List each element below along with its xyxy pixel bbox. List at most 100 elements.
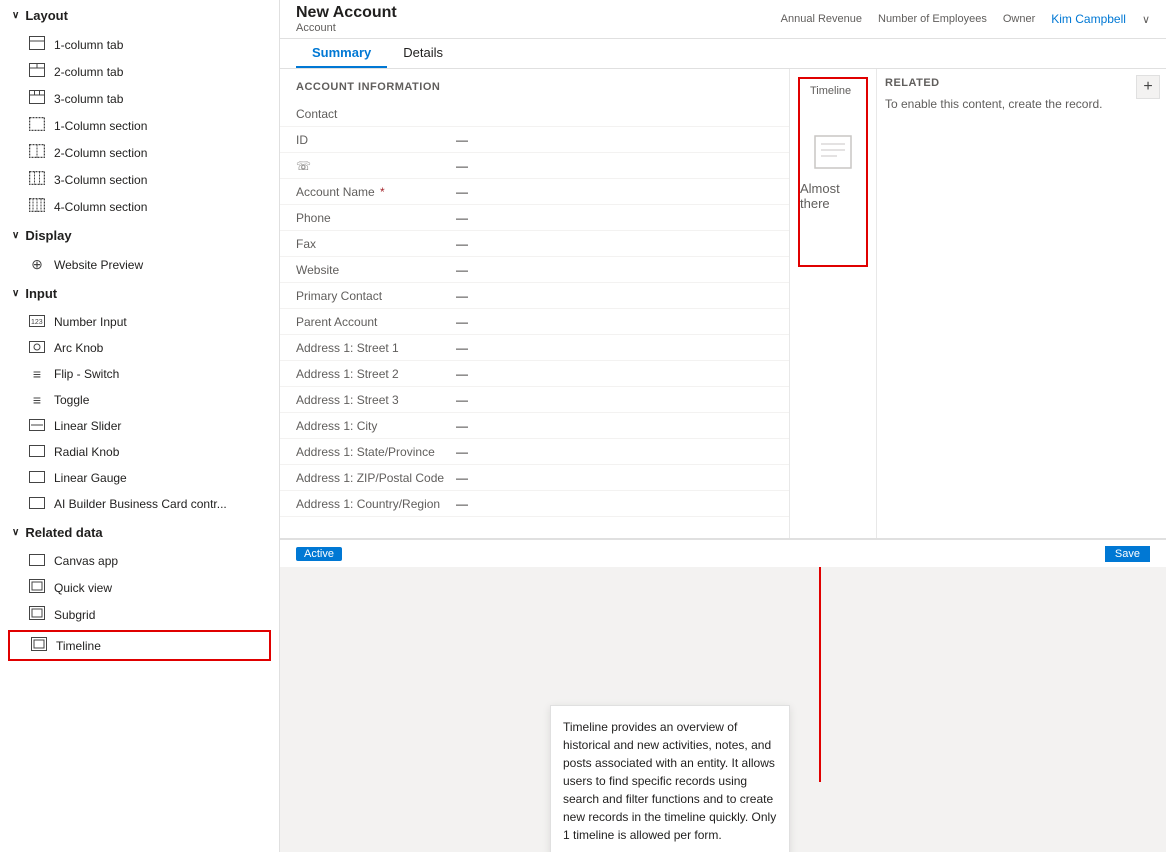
item-linear-gauge[interactable]: Linear Gauge	[0, 465, 279, 491]
tab-details[interactable]: Details	[387, 39, 459, 68]
form-row-phone-icon: ☏ —	[280, 153, 789, 179]
contact-label: Contact	[296, 107, 456, 121]
form-row-addr-street3: Address 1: Street 3 —	[280, 387, 789, 413]
account-name-value: —	[456, 185, 773, 199]
related-expand-button[interactable]: +	[1136, 75, 1160, 99]
item-flip-switch[interactable]: ≡ Flip - Switch	[0, 361, 279, 387]
item-toggle-label: Toggle	[54, 393, 89, 407]
timeline-box: Timeline Almost there	[798, 77, 868, 267]
owner-label: Owner	[1003, 13, 1035, 25]
form-left: ACCOUNT INFORMATION Contact ID — ☏ — Acc…	[280, 69, 790, 538]
addr-city-value: —	[456, 419, 773, 433]
form-middle: Timeline Almost there	[790, 69, 876, 538]
item-canvas-app[interactable]: Canvas app	[0, 548, 279, 574]
3col-section-icon	[28, 171, 46, 188]
canvas-app-icon	[28, 553, 46, 569]
item-1col-section-label: 1-Column section	[54, 119, 147, 133]
item-2col-section[interactable]: 2-Column section	[0, 139, 279, 166]
item-arc-knob-label: Arc Knob	[54, 341, 103, 355]
1col-tab-icon	[28, 36, 46, 53]
addr-zip-value: —	[456, 471, 773, 485]
addr-state-value: —	[456, 445, 773, 459]
addr-street3-value: —	[456, 393, 773, 407]
item-website-preview[interactable]: ⊕ Website Preview	[0, 251, 279, 278]
input-section-header[interactable]: ∨ Input	[0, 278, 279, 309]
phone-icon-label: ☏	[296, 159, 456, 173]
item-radial-knob[interactable]: Radial Knob	[0, 439, 279, 465]
form-row-addr-country: Address 1: Country/Region —	[280, 491, 789, 517]
timeline-box-label: Timeline	[810, 85, 851, 97]
form-row-account-name: Account Name * —	[280, 179, 789, 205]
tab-bar: Summary Details	[280, 39, 1166, 69]
page-title: New Account	[296, 4, 397, 22]
linear-gauge-icon	[28, 470, 46, 486]
display-chevron: ∨	[12, 230, 19, 241]
subgrid-icon	[28, 606, 46, 623]
layout-section-header[interactable]: ∨ Layout	[0, 0, 279, 31]
item-number-input[interactable]: 123 Number Input	[0, 309, 279, 335]
display-section-header[interactable]: ∨ Display	[0, 220, 279, 251]
item-3col-tab-label: 3-column tab	[54, 92, 123, 106]
save-button[interactable]: Save	[1105, 546, 1150, 562]
user-chevron-icon[interactable]: ∨	[1142, 13, 1150, 26]
quick-view-icon	[28, 579, 46, 596]
related-data-section-header[interactable]: ∨ Related data	[0, 517, 279, 548]
layout-section-label: Layout	[25, 8, 68, 23]
website-label: Website	[296, 263, 456, 277]
form-right: RELATED To enable this content, create t…	[876, 69, 1166, 538]
addr-street2-label: Address 1: Street 2	[296, 367, 456, 381]
related-text: To enable this content, create the recor…	[885, 97, 1158, 111]
item-ai-builder-label: AI Builder Business Card contr...	[54, 497, 227, 511]
ai-builder-icon	[28, 496, 46, 512]
item-1col-tab[interactable]: 1-column tab	[0, 31, 279, 58]
fax-label: Fax	[296, 237, 456, 251]
form-row-parent-account: Parent Account —	[280, 309, 789, 335]
required-asterisk: *	[380, 185, 385, 199]
form-row-fax: Fax —	[280, 231, 789, 257]
item-number-input-label: Number Input	[54, 315, 127, 329]
item-subgrid[interactable]: Subgrid	[0, 601, 279, 628]
item-website-preview-label: Website Preview	[54, 258, 143, 272]
item-arc-knob[interactable]: Arc Knob	[0, 335, 279, 361]
website-value: —	[456, 263, 773, 277]
addr-zip-label: Address 1: ZIP/Postal Code	[296, 471, 456, 485]
item-canvas-app-label: Canvas app	[54, 554, 118, 568]
website-preview-icon: ⊕	[28, 256, 46, 273]
user-name[interactable]: Kim Campbell	[1051, 12, 1126, 26]
flip-switch-icon: ≡	[28, 366, 46, 382]
top-bar: New Account Account Annual Revenue Numbe…	[280, 0, 1166, 39]
phone-value: —	[456, 211, 773, 225]
item-3col-section[interactable]: 3-Column section	[0, 166, 279, 193]
phone-label: Phone	[296, 211, 456, 225]
item-subgrid-label: Subgrid	[54, 608, 95, 622]
item-3col-tab[interactable]: 3-column tab	[0, 85, 279, 112]
input-section-label: Input	[25, 286, 57, 301]
form-row-addr-street1: Address 1: Street 1 —	[280, 335, 789, 361]
item-2col-tab[interactable]: 2-column tab	[0, 58, 279, 85]
item-quick-view[interactable]: Quick view	[0, 574, 279, 601]
tooltip-box: Timeline provides an overview of histori…	[550, 705, 790, 852]
item-1col-section[interactable]: 1-Column section	[0, 112, 279, 139]
form-row-contact: Contact	[280, 101, 789, 127]
timeline-icon-left	[30, 637, 48, 654]
item-timeline[interactable]: Timeline	[8, 630, 271, 661]
linear-slider-icon	[28, 418, 46, 434]
display-section-label: Display	[25, 228, 71, 243]
item-linear-slider-label: Linear Slider	[54, 419, 121, 433]
tab-summary[interactable]: Summary	[296, 39, 387, 68]
top-bar-right: Annual Revenue Number of Employees Owner…	[781, 12, 1150, 26]
addr-city-label: Address 1: City	[296, 419, 456, 433]
item-1col-tab-label: 1-column tab	[54, 38, 123, 52]
item-linear-slider[interactable]: Linear Slider	[0, 413, 279, 439]
account-info-title: ACCOUNT INFORMATION	[280, 77, 789, 101]
tooltip-text: Timeline provides an overview of histori…	[563, 720, 776, 842]
item-4col-section[interactable]: 4-Column section	[0, 193, 279, 220]
svg-text:123: 123	[31, 319, 43, 326]
form-row-addr-zip: Address 1: ZIP/Postal Code —	[280, 465, 789, 491]
form-row-addr-state: Address 1: State/Province —	[280, 439, 789, 465]
item-toggle[interactable]: ≡ Toggle	[0, 387, 279, 413]
form-row-addr-street2: Address 1: Street 2 —	[280, 361, 789, 387]
active-badge: Active	[296, 547, 342, 561]
left-panel: ∨ Layout 1-column tab 2-column tab 3-col…	[0, 0, 280, 852]
item-ai-builder[interactable]: AI Builder Business Card contr...	[0, 491, 279, 517]
